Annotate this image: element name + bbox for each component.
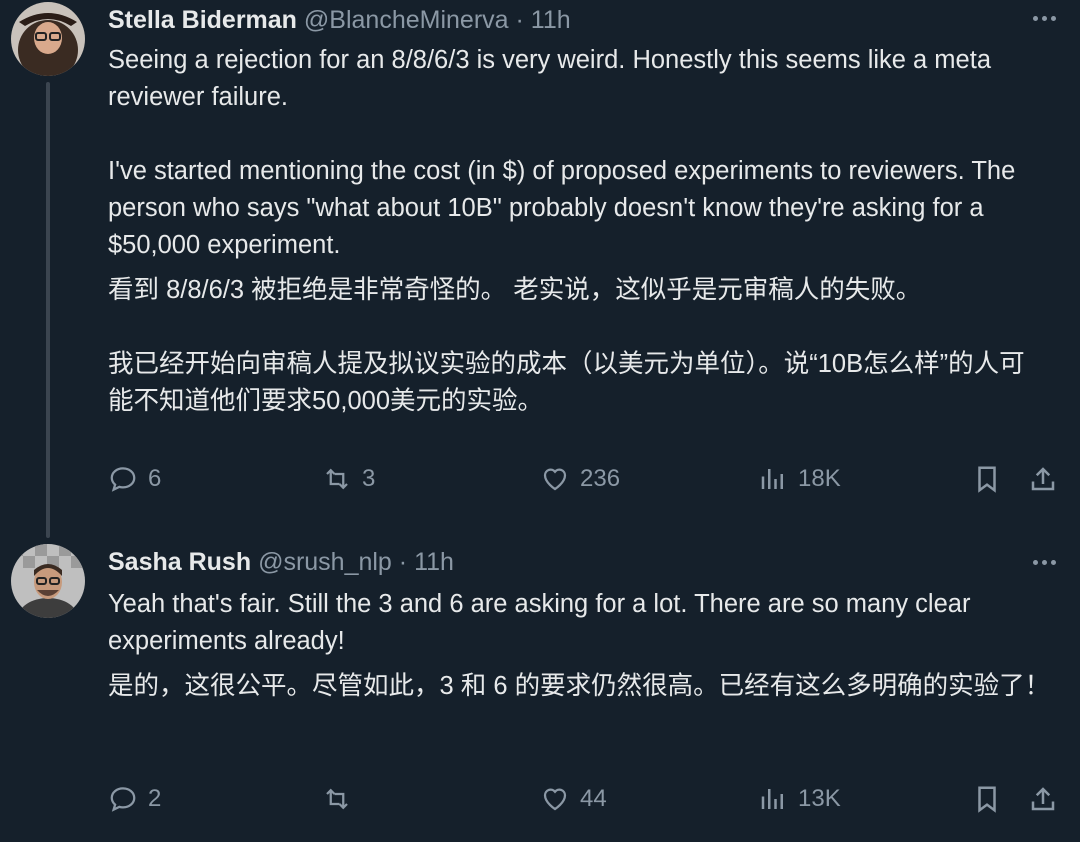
views-button[interactable]: 18K <box>758 464 841 494</box>
separator-dot: · <box>398 548 408 576</box>
more-dots-icon <box>1032 559 1038 565</box>
retweet-button[interactable] <box>322 784 362 814</box>
view-count: 13K <box>798 785 841 812</box>
timestamp[interactable]: 11h <box>414 548 454 576</box>
more-options-button[interactable] <box>1028 552 1060 572</box>
action-bar: 2 44 13K <box>108 784 1068 824</box>
like-button[interactable]: 236 <box>540 464 620 494</box>
separator-dot: · <box>515 6 524 34</box>
bookmark-icon <box>978 466 996 493</box>
tweet-text: Seeing a rejection for an 8/8/6/3 is ver… <box>108 42 1068 420</box>
heart-icon <box>543 788 567 811</box>
view-count: 18K <box>798 465 841 492</box>
like-count: 236 <box>580 465 621 492</box>
retweet-count: 3 <box>362 465 376 492</box>
bar-chart-icon <box>761 789 783 809</box>
tweet-text: Yeah that's fair. Still the 3 and 6 are … <box>108 586 1068 705</box>
author-handle[interactable]: @srush_nlp <box>258 548 392 576</box>
action-bar: 6 3 236 18K <box>108 464 1068 504</box>
share-upload-icon <box>1031 467 1055 491</box>
like-count: 44 <box>580 785 607 812</box>
timestamp[interactable]: 11h <box>531 6 571 34</box>
share-upload-icon <box>1031 787 1055 811</box>
share-button[interactable] <box>1028 784 1058 814</box>
retweet-arrows-icon <box>326 468 348 490</box>
bar-chart-icon <box>761 469 783 489</box>
reply-count: 6 <box>148 465 162 492</box>
tweet-paragraph: Seeing a rejection for an 8/8/6/3 is ver… <box>108 46 991 111</box>
bookmark-button[interactable] <box>972 464 1002 494</box>
more-dot <box>1050 559 1056 565</box>
reply-button[interactable]: 2 <box>108 784 161 814</box>
like-button[interactable]: 44 <box>540 784 607 814</box>
tweet-header: Sasha Rush @srush_nlp · 11h <box>108 548 454 577</box>
more-options-button[interactable] <box>1028 8 1060 28</box>
thread-line <box>46 82 50 538</box>
avatar[interactable] <box>11 544 85 618</box>
translation-paragraph: 我已经开始向审稿人提及拟议实验的成本（以美元为单位）。说“10B怎么样”的人可能… <box>108 350 1025 415</box>
translation-paragraph: 是的，这很公平。尽管如此，3 和 6 的要求仍然很高。已经有这么多明确的实验了！ <box>108 672 1051 700</box>
retweet-arrows-icon <box>326 788 348 810</box>
author-name[interactable]: Stella Biderman <box>108 6 297 34</box>
more-dot <box>1041 15 1047 21</box>
more-dot <box>1041 559 1047 565</box>
speech-bubble-icon <box>110 467 136 492</box>
views-button[interactable]: 13K <box>758 784 841 814</box>
reply-button[interactable]: 6 <box>108 464 161 494</box>
tweet-header: Stella Biderman @BlancheMinerva · 11h <box>108 6 571 35</box>
speech-bubble-icon <box>110 787 136 812</box>
bookmark-button[interactable] <box>972 784 1002 814</box>
avatar[interactable] <box>11 2 85 76</box>
more-dot <box>1050 15 1056 21</box>
retweet-button[interactable]: 3 <box>322 464 375 494</box>
tweet-paragraph: I've started mentioning the cost (in $) … <box>108 157 1016 259</box>
author-name[interactable]: Sasha Rush <box>108 548 251 576</box>
author-handle[interactable]: @BlancheMinerva <box>304 6 509 34</box>
tweet-paragraph: Yeah that's fair. Still the 3 and 6 are … <box>108 590 971 655</box>
reply-count: 2 <box>148 785 162 812</box>
tweet-stella[interactable]: Stella Biderman @BlancheMinerva · 11h Se… <box>0 0 1080 538</box>
tweet-sasha[interactable]: Sasha Rush @srush_nlp · 11h Yeah that's … <box>0 530 1080 842</box>
heart-icon <box>543 468 567 491</box>
more-dots-icon <box>1032 15 1038 21</box>
share-button[interactable] <box>1028 464 1058 494</box>
translation-paragraph: 看到 8/8/6/3 被拒绝是非常奇怪的。 老实说，这似乎是元审稿人的失败。 <box>108 276 922 304</box>
bookmark-icon <box>978 786 996 813</box>
